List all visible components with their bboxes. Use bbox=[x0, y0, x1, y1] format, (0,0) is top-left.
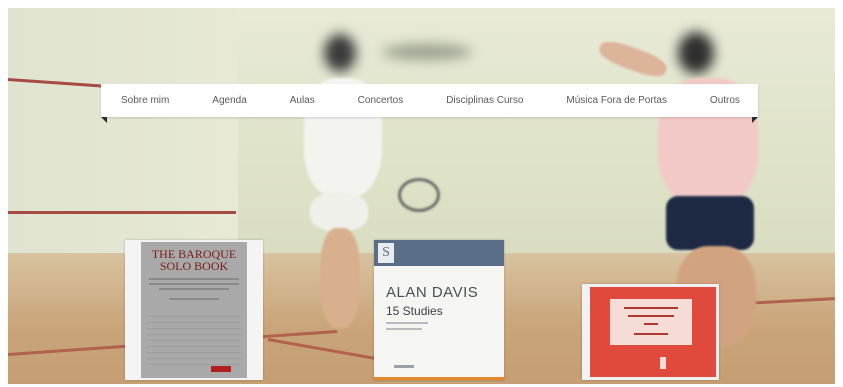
book-cover-baroque-solo-book[interactable]: THE BAROQUE SOLO BOOK bbox=[125, 240, 263, 380]
blurred-text bbox=[382, 44, 472, 60]
book-title: 15 Studies bbox=[386, 304, 443, 318]
nav-ribbon-fold-right bbox=[752, 117, 758, 123]
illegible-subtitle bbox=[169, 298, 219, 300]
illegible-title bbox=[624, 307, 678, 309]
book-title-line: SOLO BOOK bbox=[159, 259, 229, 273]
main-nav: Sobre mim Agenda Aulas Concertos Discipl… bbox=[101, 84, 758, 117]
nav-item-outros[interactable]: Outros bbox=[710, 95, 740, 106]
nav-item-aulas[interactable]: Aulas bbox=[290, 95, 315, 106]
publisher-logo: S bbox=[378, 243, 394, 263]
book-cover-stripe bbox=[374, 377, 504, 380]
illegible-subtitle bbox=[386, 328, 422, 330]
nav-item-musica-fora-de-portas[interactable]: Música Fora de Portas bbox=[566, 95, 667, 106]
illegible-title bbox=[628, 315, 674, 317]
illegible-subtitle bbox=[149, 278, 239, 280]
publisher-logo bbox=[211, 366, 231, 372]
racket bbox=[398, 178, 440, 212]
blurred-face bbox=[324, 34, 356, 72]
book-cover-panel: THE BAROQUE SOLO BOOK bbox=[141, 242, 247, 378]
blurred-face bbox=[678, 32, 714, 74]
illegible-subtitle bbox=[386, 322, 428, 324]
book-cover-red-studies[interactable] bbox=[582, 284, 719, 380]
book-title-panel bbox=[610, 299, 692, 345]
illegible-subtitle bbox=[159, 288, 229, 290]
illegible-publisher bbox=[394, 365, 414, 368]
book-cover-band: S bbox=[374, 240, 504, 266]
book-cover-panel bbox=[590, 287, 716, 377]
player-shorts bbox=[310, 193, 368, 231]
nav-item-agenda[interactable]: Agenda bbox=[212, 95, 246, 106]
illegible-subtitle bbox=[149, 283, 239, 285]
nav-item-disciplinas-curso[interactable]: Disciplinas Curso bbox=[446, 95, 523, 106]
book-author: ALAN DAVIS bbox=[386, 284, 479, 301]
court-line bbox=[8, 211, 236, 214]
book-cover-alan-davis-15-studies[interactable]: S ALAN DAVIS 15 Studies bbox=[374, 240, 504, 380]
illegible-title bbox=[634, 333, 668, 335]
book-title: THE BAROQUE SOLO BOOK bbox=[141, 248, 247, 272]
court-side-wall bbox=[8, 8, 238, 258]
player-legs bbox=[320, 228, 360, 328]
nav-item-sobre-mim[interactable]: Sobre mim bbox=[121, 95, 169, 106]
player-shorts bbox=[666, 196, 754, 250]
music-notation-illustration bbox=[147, 316, 241, 368]
nav-ribbon-fold-left bbox=[101, 117, 107, 123]
nav-item-concertos[interactable]: Concertos bbox=[358, 95, 404, 106]
illegible-title bbox=[644, 323, 658, 325]
publisher-logo bbox=[660, 357, 666, 369]
